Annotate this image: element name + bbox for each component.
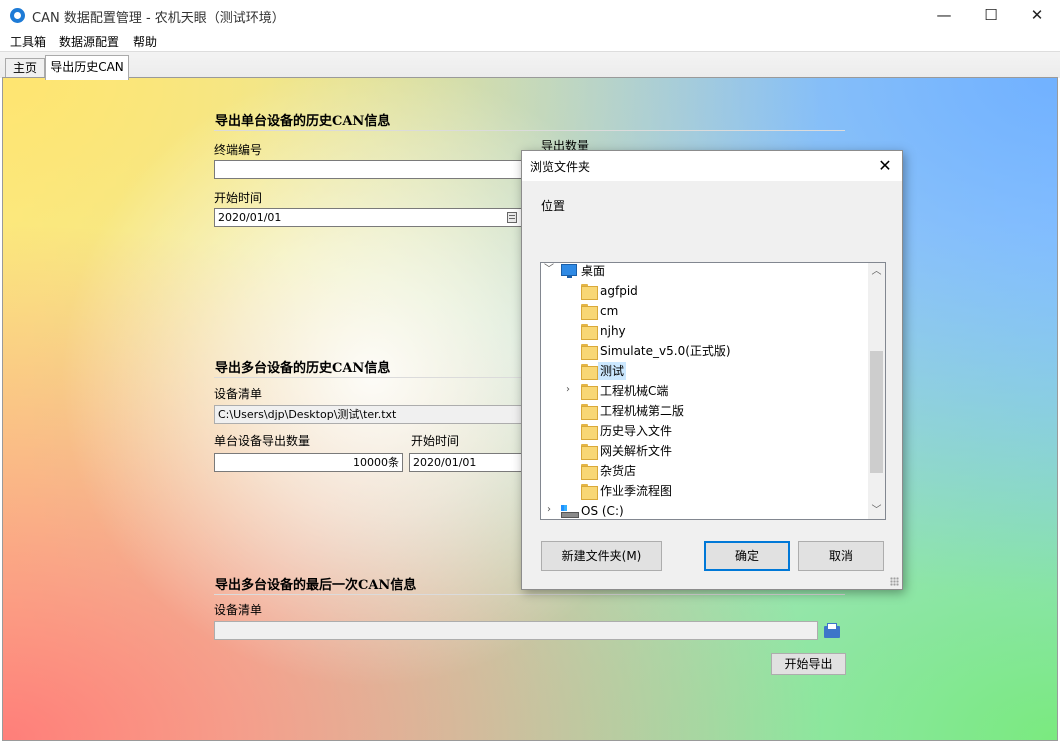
folder-icon <box>581 284 598 300</box>
menu-toolbox[interactable]: 工具箱 <box>10 33 46 50</box>
per-device-count-label: 单台设备导出数量 <box>214 434 311 448</box>
tree-item-label: OS (C:) <box>581 504 624 518</box>
tree-item-label: 杂货店 <box>600 464 637 478</box>
tree-item-label: 测试 <box>598 362 627 380</box>
close-window-button[interactable]: ✕ <box>1014 0 1060 31</box>
last-can-device-list-label: 设备清单 <box>214 603 263 617</box>
start-export-button[interactable]: 开始导出 <box>771 653 846 675</box>
terminal-id-input[interactable] <box>214 160 524 179</box>
tree-item-label: 作业季流程图 <box>600 484 673 498</box>
folder-tree[interactable]: ﹀ 桌面 agfpid cm njhy Simulate_v5.0(正式版) 测… <box>540 262 886 520</box>
section-divider <box>214 377 524 378</box>
menu-help[interactable]: 帮助 <box>133 33 157 50</box>
tree-item-history-import[interactable]: 历史导入文件 <box>541 421 869 441</box>
scroll-thumb[interactable] <box>870 351 883 473</box>
last-can-device-list-field[interactable] <box>214 621 818 640</box>
cancel-button[interactable]: 取消 <box>798 541 884 571</box>
scroll-down-icon[interactable]: ﹀ <box>868 502 885 519</box>
folder-icon <box>581 344 598 360</box>
tree-item-drive-c[interactable]: › OS (C:) <box>541 501 869 519</box>
folder-icon <box>581 424 598 440</box>
section-divider <box>214 594 845 595</box>
tree-item-simulate[interactable]: Simulate_v5.0(正式版) <box>541 341 869 361</box>
drive-icon <box>561 505 579 518</box>
tree-item-gateway-parse[interactable]: 网关解析文件 <box>541 441 869 461</box>
tree-item-label: 桌面 <box>581 264 606 278</box>
tree-item-desktop[interactable]: ﹀ 桌面 <box>541 263 869 281</box>
location-label: 位置 <box>541 199 566 213</box>
device-list-label: 设备清单 <box>214 387 263 401</box>
dialog-titlebar: 浏览文件夹 ✕ <box>522 151 902 181</box>
section-divider <box>214 130 845 131</box>
window-title: CAN 数据配置管理 - 农机天眼（测试环境） <box>32 11 285 26</box>
dialog-title: 浏览文件夹 <box>530 160 591 174</box>
menu-datasource-config[interactable]: 数据源配置 <box>59 33 119 50</box>
tree-item-label: 工程机械第二版 <box>600 404 685 418</box>
scroll-up-icon[interactable]: ︿ <box>868 263 885 280</box>
tab-strip: 主页 导出历史CAN <box>0 51 1060 80</box>
tree-item-label: 工程机械C端 <box>600 384 669 398</box>
tree-item-label: 网关解析文件 <box>600 444 673 458</box>
multi-start-time-picker[interactable]: 2020/01/01 <box>409 453 524 472</box>
folder-icon <box>581 404 598 420</box>
tab-home[interactable]: 主页 <box>5 58 45 79</box>
tree-item-label: 历史导入文件 <box>600 424 673 438</box>
browse-folder-dialog: 浏览文件夹 ✕ 位置 ﹀ 桌面 agfpid cm njhy Simulate_… <box>521 150 903 590</box>
app-logo-icon <box>10 8 25 23</box>
multi-start-time-label: 开始时间 <box>411 434 460 448</box>
resize-grip-icon[interactable] <box>890 577 899 586</box>
start-time-picker[interactable]: 2020/01/01 <box>214 208 524 227</box>
tree-item-cm[interactable]: cm <box>541 301 869 321</box>
tree-item-label: agfpid <box>600 284 638 298</box>
folder-icon <box>581 464 598 480</box>
tree-item-test[interactable]: 测试 <box>541 361 869 381</box>
tab-export-history-can[interactable]: 导出历史CAN <box>45 55 129 80</box>
tree-item-season-flowchart[interactable]: 作业季流程图 <box>541 481 869 501</box>
window-titlebar: CAN 数据配置管理 - 农机天眼（测试环境） — ☐ ✕ <box>0 0 1060 31</box>
folder-icon <box>581 384 598 400</box>
device-list-path-field[interactable]: C:\Users\djp\Desktop\测试\ter.txt <box>214 405 524 424</box>
ok-button[interactable]: 确定 <box>704 541 790 571</box>
calendar-icon[interactable] <box>507 212 517 223</box>
start-time-label: 开始时间 <box>214 191 263 205</box>
tree-scrollbar[interactable]: ︿ ﹀ <box>868 263 885 519</box>
tree-item-engineering-v2[interactable]: 工程机械第二版 <box>541 401 869 421</box>
browse-folder-button[interactable] <box>824 623 840 638</box>
desktop-icon <box>561 264 577 278</box>
start-time-value: 2020/01/01 <box>218 211 282 224</box>
expand-icon[interactable]: › <box>543 504 555 516</box>
tree-item-agfpid[interactable]: agfpid <box>541 281 869 301</box>
folder-icon <box>581 324 598 340</box>
folder-icon <box>581 304 598 320</box>
tree-item-label: cm <box>600 304 619 318</box>
folder-icon <box>581 484 598 500</box>
collapse-icon[interactable]: ﹀ <box>543 264 555 276</box>
last-can-section-title: 导出多台设备的最后一次CAN信息 <box>215 578 417 593</box>
tree-item-engineering-c[interactable]: › 工程机械C端 <box>541 381 869 401</box>
new-folder-button[interactable]: 新建文件夹(M) <box>541 541 662 571</box>
dialog-close-button[interactable]: ✕ <box>868 151 902 181</box>
terminal-id-label: 终端编号 <box>214 143 263 157</box>
folder-icon <box>581 444 598 460</box>
multi-device-section-title: 导出多台设备的历史CAN信息 <box>215 361 391 376</box>
folder-icon <box>581 364 598 380</box>
tree-item-label: Simulate_v5.0(正式版) <box>600 344 731 358</box>
single-device-section-title: 导出单台设备的历史CAN信息 <box>215 114 391 129</box>
menubar: 工具箱 数据源配置 帮助 <box>0 31 1060 51</box>
expand-icon[interactable]: › <box>562 384 574 396</box>
tree-item-grocery[interactable]: 杂货店 <box>541 461 869 481</box>
tree-item-label: njhy <box>600 324 626 338</box>
maximize-button[interactable]: ☐ <box>968 0 1014 31</box>
minimize-button[interactable]: — <box>921 0 967 31</box>
per-device-count-input[interactable]: 10000条 <box>214 453 403 472</box>
tree-item-njhy[interactable]: njhy <box>541 321 869 341</box>
